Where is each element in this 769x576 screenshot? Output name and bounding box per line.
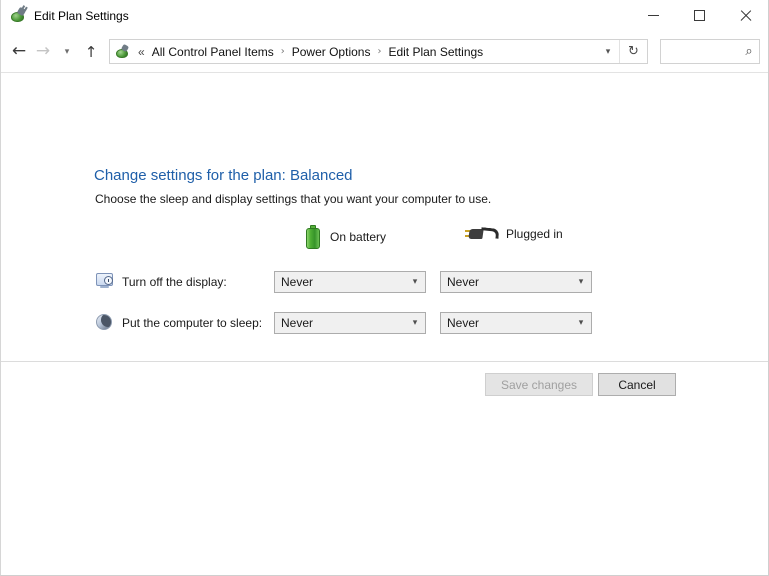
column-header-on-battery: On battery xyxy=(306,225,386,249)
turn-off-display-on-battery-select[interactable]: Never ▾ xyxy=(274,271,426,293)
breadcrumb-separator-icon[interactable]: › xyxy=(281,46,285,57)
chevron-down-icon: ▾ xyxy=(405,318,425,328)
recent-locations-button[interactable]: ▾ xyxy=(55,39,79,65)
chevron-down-icon: ▾ xyxy=(606,47,611,57)
setting-label-put-computer-to-sleep: Put the computer to sleep: xyxy=(122,316,262,330)
navigation-bar: ← → ▾ ↑ « All Control Panel Items › Powe… xyxy=(1,31,768,72)
chevron-down-icon: ▾ xyxy=(405,277,425,287)
select-value: Never xyxy=(281,316,405,330)
column-headers: On battery Plugged in xyxy=(1,225,768,251)
search-input[interactable] xyxy=(661,40,739,63)
window-title: Edit Plan Settings xyxy=(34,9,129,23)
back-button[interactable]: ← xyxy=(7,39,31,65)
breadcrumb-item-power-options[interactable]: Power Options xyxy=(292,45,371,59)
sleep-plugged-in-select[interactable]: Never ▾ xyxy=(440,312,592,334)
close-button[interactable] xyxy=(722,0,768,31)
chevron-down-icon: ▾ xyxy=(571,277,591,287)
refresh-icon: ↻ xyxy=(628,44,639,59)
power-plug-icon xyxy=(469,225,496,243)
breadcrumb-item-edit-plan-settings[interactable]: Edit Plan Settings xyxy=(388,45,483,59)
maximize-button[interactable] xyxy=(676,0,722,31)
sleep-on-battery-select[interactable]: Never ▾ xyxy=(274,312,426,334)
window-controls xyxy=(630,0,768,31)
up-arrow-icon: ↑ xyxy=(85,43,98,61)
column-header-plugged-in-label: Plugged in xyxy=(506,227,563,241)
footer-bar: Save changes Cancel xyxy=(1,362,768,410)
setting-row: Put the computer to sleep: Never ▾ Never… xyxy=(1,308,768,338)
minimize-icon xyxy=(648,15,659,16)
forward-button[interactable]: → xyxy=(31,39,55,65)
save-changes-button[interactable]: Save changes xyxy=(485,373,593,396)
column-header-on-battery-label: On battery xyxy=(330,230,386,244)
sleep-moon-icon xyxy=(96,314,114,332)
breadcrumb-item-all-control-panel-items[interactable]: All Control Panel Items xyxy=(152,45,274,59)
setting-label-turn-off-display: Turn off the display: xyxy=(122,275,227,289)
content-pane: Change settings for the plan: Balanced C… xyxy=(1,73,768,361)
chevron-down-icon: ▾ xyxy=(65,47,70,57)
search-box[interactable]: ⌕ xyxy=(660,39,760,64)
power-options-icon xyxy=(10,7,27,24)
setting-row: Turn off the display: Never ▾ Never ▾ xyxy=(1,267,768,297)
window-empty-area xyxy=(1,410,768,572)
up-one-level-button[interactable]: ↑ xyxy=(79,39,103,65)
breadcrumb-separator-icon[interactable]: › xyxy=(377,46,381,57)
search-icon[interactable]: ⌕ xyxy=(739,44,759,59)
breadcrumb: « All Control Panel Items › Power Option… xyxy=(131,45,597,59)
select-value: Never xyxy=(447,275,571,289)
turn-off-display-plugged-in-select[interactable]: Never ▾ xyxy=(440,271,592,293)
cancel-button[interactable]: Cancel xyxy=(598,373,676,396)
battery-icon xyxy=(306,225,320,249)
forward-arrow-icon: → xyxy=(36,43,50,60)
column-header-plugged-in: Plugged in xyxy=(469,225,563,243)
address-bar[interactable]: « All Control Panel Items › Power Option… xyxy=(109,39,648,64)
page-title: Change settings for the plan: Balanced xyxy=(94,167,353,184)
chevron-down-icon: ▾ xyxy=(571,318,591,328)
page-subtitle: Choose the sleep and display settings th… xyxy=(95,192,491,206)
maximize-icon xyxy=(694,10,705,21)
address-power-options-icon xyxy=(115,44,131,60)
title-bar: Edit Plan Settings xyxy=(1,0,768,31)
display-monitor-icon xyxy=(96,273,114,291)
breadcrumb-overflow-icon[interactable]: « xyxy=(138,45,145,59)
select-value: Never xyxy=(447,316,571,330)
select-value: Never xyxy=(281,275,405,289)
minimize-button[interactable] xyxy=(630,0,676,31)
refresh-button[interactable]: ↻ xyxy=(619,40,647,63)
address-dropdown-button[interactable]: ▾ xyxy=(597,40,619,63)
close-icon xyxy=(739,9,752,22)
back-arrow-icon: ← xyxy=(12,43,26,60)
edit-plan-settings-window: Edit Plan Settings ← → ▾ ↑ xyxy=(0,0,769,576)
